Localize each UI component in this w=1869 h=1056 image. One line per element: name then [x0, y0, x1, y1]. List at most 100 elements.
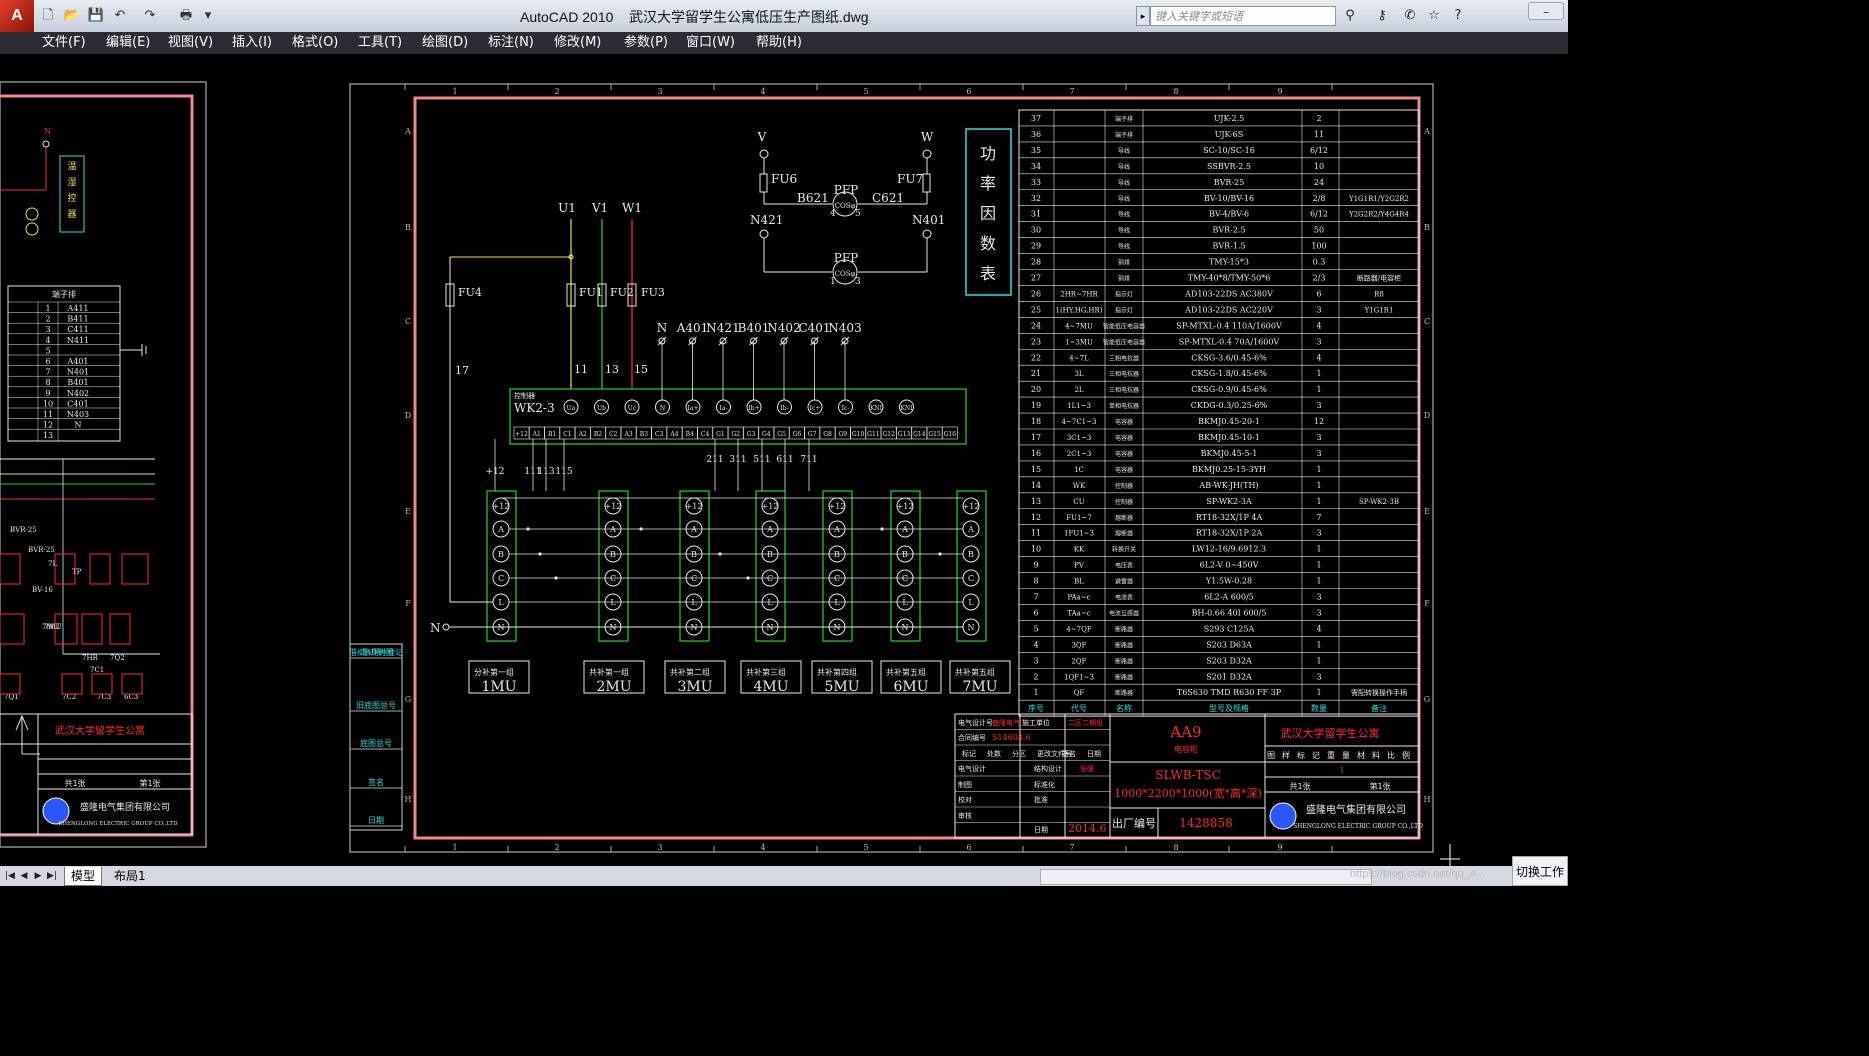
bom-cell-name: 断路器 [1115, 641, 1133, 649]
bom-cell-qty: 1 [1316, 577, 1321, 586]
bom-cell-no: 2 [1033, 672, 1038, 681]
tb-r7b: 日期 [1034, 826, 1048, 834]
favorites-icon[interactable]: ☆ [1424, 6, 1444, 26]
controller-bottom-label: A4 [669, 431, 678, 438]
controller-input-label: B401 [738, 321, 770, 335]
search-expand-icon[interactable]: ▸ [1136, 6, 1150, 26]
controller-bottom-label: G9 [838, 431, 847, 438]
bom-cell-spec: BV-4/BV-6 [1209, 210, 1249, 219]
plot-icon[interactable]: 🖶 [176, 7, 196, 25]
left-comp-label: 7HR [82, 654, 99, 662]
menu-item-9[interactable]: 参数(P) [624, 34, 668, 52]
bom-cell-qty: 3 [1316, 672, 1321, 681]
bom-cell-spec: SP-WK2-3A [1206, 497, 1252, 506]
bom-cell-code: 2L [1074, 386, 1083, 394]
search-input[interactable]: 键入关键字或短语 [1150, 6, 1336, 26]
controller-terminal-label: Uc [628, 405, 637, 412]
bom-cell-name: 导线 [1118, 179, 1130, 187]
bom-cell-qty: 1 [1316, 640, 1321, 649]
module-terminal-label: +12 [605, 502, 622, 511]
module-terminal-label: +12 [493, 502, 510, 511]
menu-item-10[interactable]: 窗口(W) [686, 34, 735, 52]
bom-cell-qty: 0.3 [1313, 258, 1326, 267]
bom-cell-name: 三相电抗器 [1109, 354, 1139, 362]
bom-cell-name: 导线 [1118, 243, 1130, 251]
dropdown-icon[interactable]: ▾ [198, 7, 218, 25]
subscription-icon[interactable]: ⚷ [1372, 6, 1392, 26]
bom-cell-no: 30 [1031, 226, 1041, 235]
left-comp-label: BV-16 [32, 586, 53, 594]
controller-bottom-label: C4 [701, 431, 710, 438]
bom-cell-no: 25 [1031, 305, 1041, 314]
controller-terminal-label: Ua [567, 405, 576, 412]
junction-dot [880, 527, 884, 531]
undo-icon[interactable]: ↶ [110, 7, 130, 25]
bom-cell-name: 避雷器 [1115, 578, 1133, 586]
tab-model[interactable]: 模型 [64, 867, 103, 886]
bom-cell-spec: UJK-6S [1215, 130, 1243, 139]
communication-icon[interactable]: ✆ [1400, 6, 1420, 26]
bom-cell-qty: 4 [1316, 624, 1321, 633]
help-icon[interactable]: ? [1448, 6, 1468, 26]
bom-cell-no: 36 [1031, 130, 1041, 139]
menu-item-6[interactable]: 绘图(D) [422, 34, 468, 52]
module-terminal-label: A [967, 525, 974, 534]
tab-layout1[interactable]: 布局1 [108, 867, 152, 885]
bom-cell-code: KK [1074, 546, 1085, 554]
first-layout-icon[interactable]: |◀ [4, 868, 16, 884]
last-layout-icon[interactable]: ▶| [46, 868, 58, 884]
module-title: 共补第五组 [886, 667, 926, 677]
new-icon[interactable]: 🗋 [38, 7, 58, 25]
bom-cell-spec: SC-10/SC-16 [1203, 146, 1255, 155]
bom-cell-code: 3C1~3 [1067, 434, 1092, 442]
menu-item-5[interactable]: 工具(T) [358, 34, 402, 52]
app-logo[interactable]: A [0, 0, 34, 32]
junction-dot [554, 576, 558, 580]
menu-item-11[interactable]: 帮助(H) [756, 34, 802, 52]
cad-canvas[interactable]: 112233445566778899A AB BC CD DE EF FG GH HCAD制图借… [0, 54, 1568, 866]
bom-cell-qty: 1 [1316, 497, 1321, 506]
bom-cell-qty: 4 [1316, 321, 1321, 330]
drawing-area[interactable]: 1 1 2 2 3 3 4 4 5 5 6 6 7 7 8 8 9 9 A A B B C C D D E E F F G G H H CAD制图借… [0, 54, 1568, 866]
controller-input-label: N421 [706, 321, 739, 335]
menu-item-8[interactable]: 修改(M) [554, 34, 601, 52]
grid-row-left: A [404, 127, 411, 136]
controller-input-label: A401 [676, 321, 709, 335]
watermark: https://blog.csdn.net/qq_4... [1350, 868, 1486, 880]
tb-r7a: 审核 [958, 811, 972, 820]
minimize-button[interactable]: – [1528, 2, 1564, 20]
menu-item-1[interactable]: 编辑(E) [106, 34, 150, 52]
bom-cell-qty: 1 [1316, 465, 1321, 474]
menu-item-4[interactable]: 格式(O) [292, 34, 338, 52]
switch-workspace-button[interactable]: 切换工作 [1512, 856, 1568, 886]
menu-item-7[interactable]: 标注(N) [488, 34, 534, 52]
next-layout-icon[interactable]: ▶ [32, 868, 44, 884]
bom-cell-spec: RT18-32X/1P 4A [1196, 513, 1263, 522]
grid-row-left: G [405, 695, 411, 704]
left-term-no: 1 [45, 304, 50, 313]
bom-cell-no: 9 [1033, 561, 1038, 570]
menu-item-2[interactable]: 视图(V) [168, 34, 213, 52]
horizontal-scrollbar[interactable] [1040, 869, 1372, 885]
save-icon[interactable]: 💾 [86, 7, 106, 25]
controller-bottom-label: +12 [515, 431, 528, 438]
bom-cell-code: 1C [1074, 466, 1084, 474]
bom-cell-spec: TMY-15*3 [1209, 258, 1249, 267]
tb-dims: 1000*2200*1000(宽*高*深) [1114, 786, 1262, 800]
open-icon[interactable]: 📂 [62, 7, 82, 25]
bom-cell-spec: BKMJ0.45-10-1 [1198, 433, 1260, 442]
redo-icon[interactable]: ↷ [140, 7, 160, 25]
pf-title-char: 功 [980, 144, 996, 163]
bom-cell-code: 4~7MU [1065, 322, 1093, 330]
bom-cell-name: 导线 [1118, 147, 1130, 155]
prev-layout-icon[interactable]: ◀ [18, 868, 30, 884]
bom-cell-name: 导线 [1118, 227, 1130, 235]
menu-item-3[interactable]: 插入(I) [232, 34, 272, 52]
bom-cell-qty: 1 [1316, 385, 1321, 394]
infocenter-icon[interactable]: ⚲ [1340, 6, 1360, 26]
tb-company-en: SHENGLONG ELECTRIC GROUP CO.,LTD [1293, 823, 1423, 830]
module-terminal-label: B [610, 550, 616, 559]
module-title: 共补第一组 [589, 667, 629, 677]
menu-item-0[interactable]: 文件(F) [42, 34, 86, 52]
left-strip-label: 签名 [368, 777, 384, 787]
